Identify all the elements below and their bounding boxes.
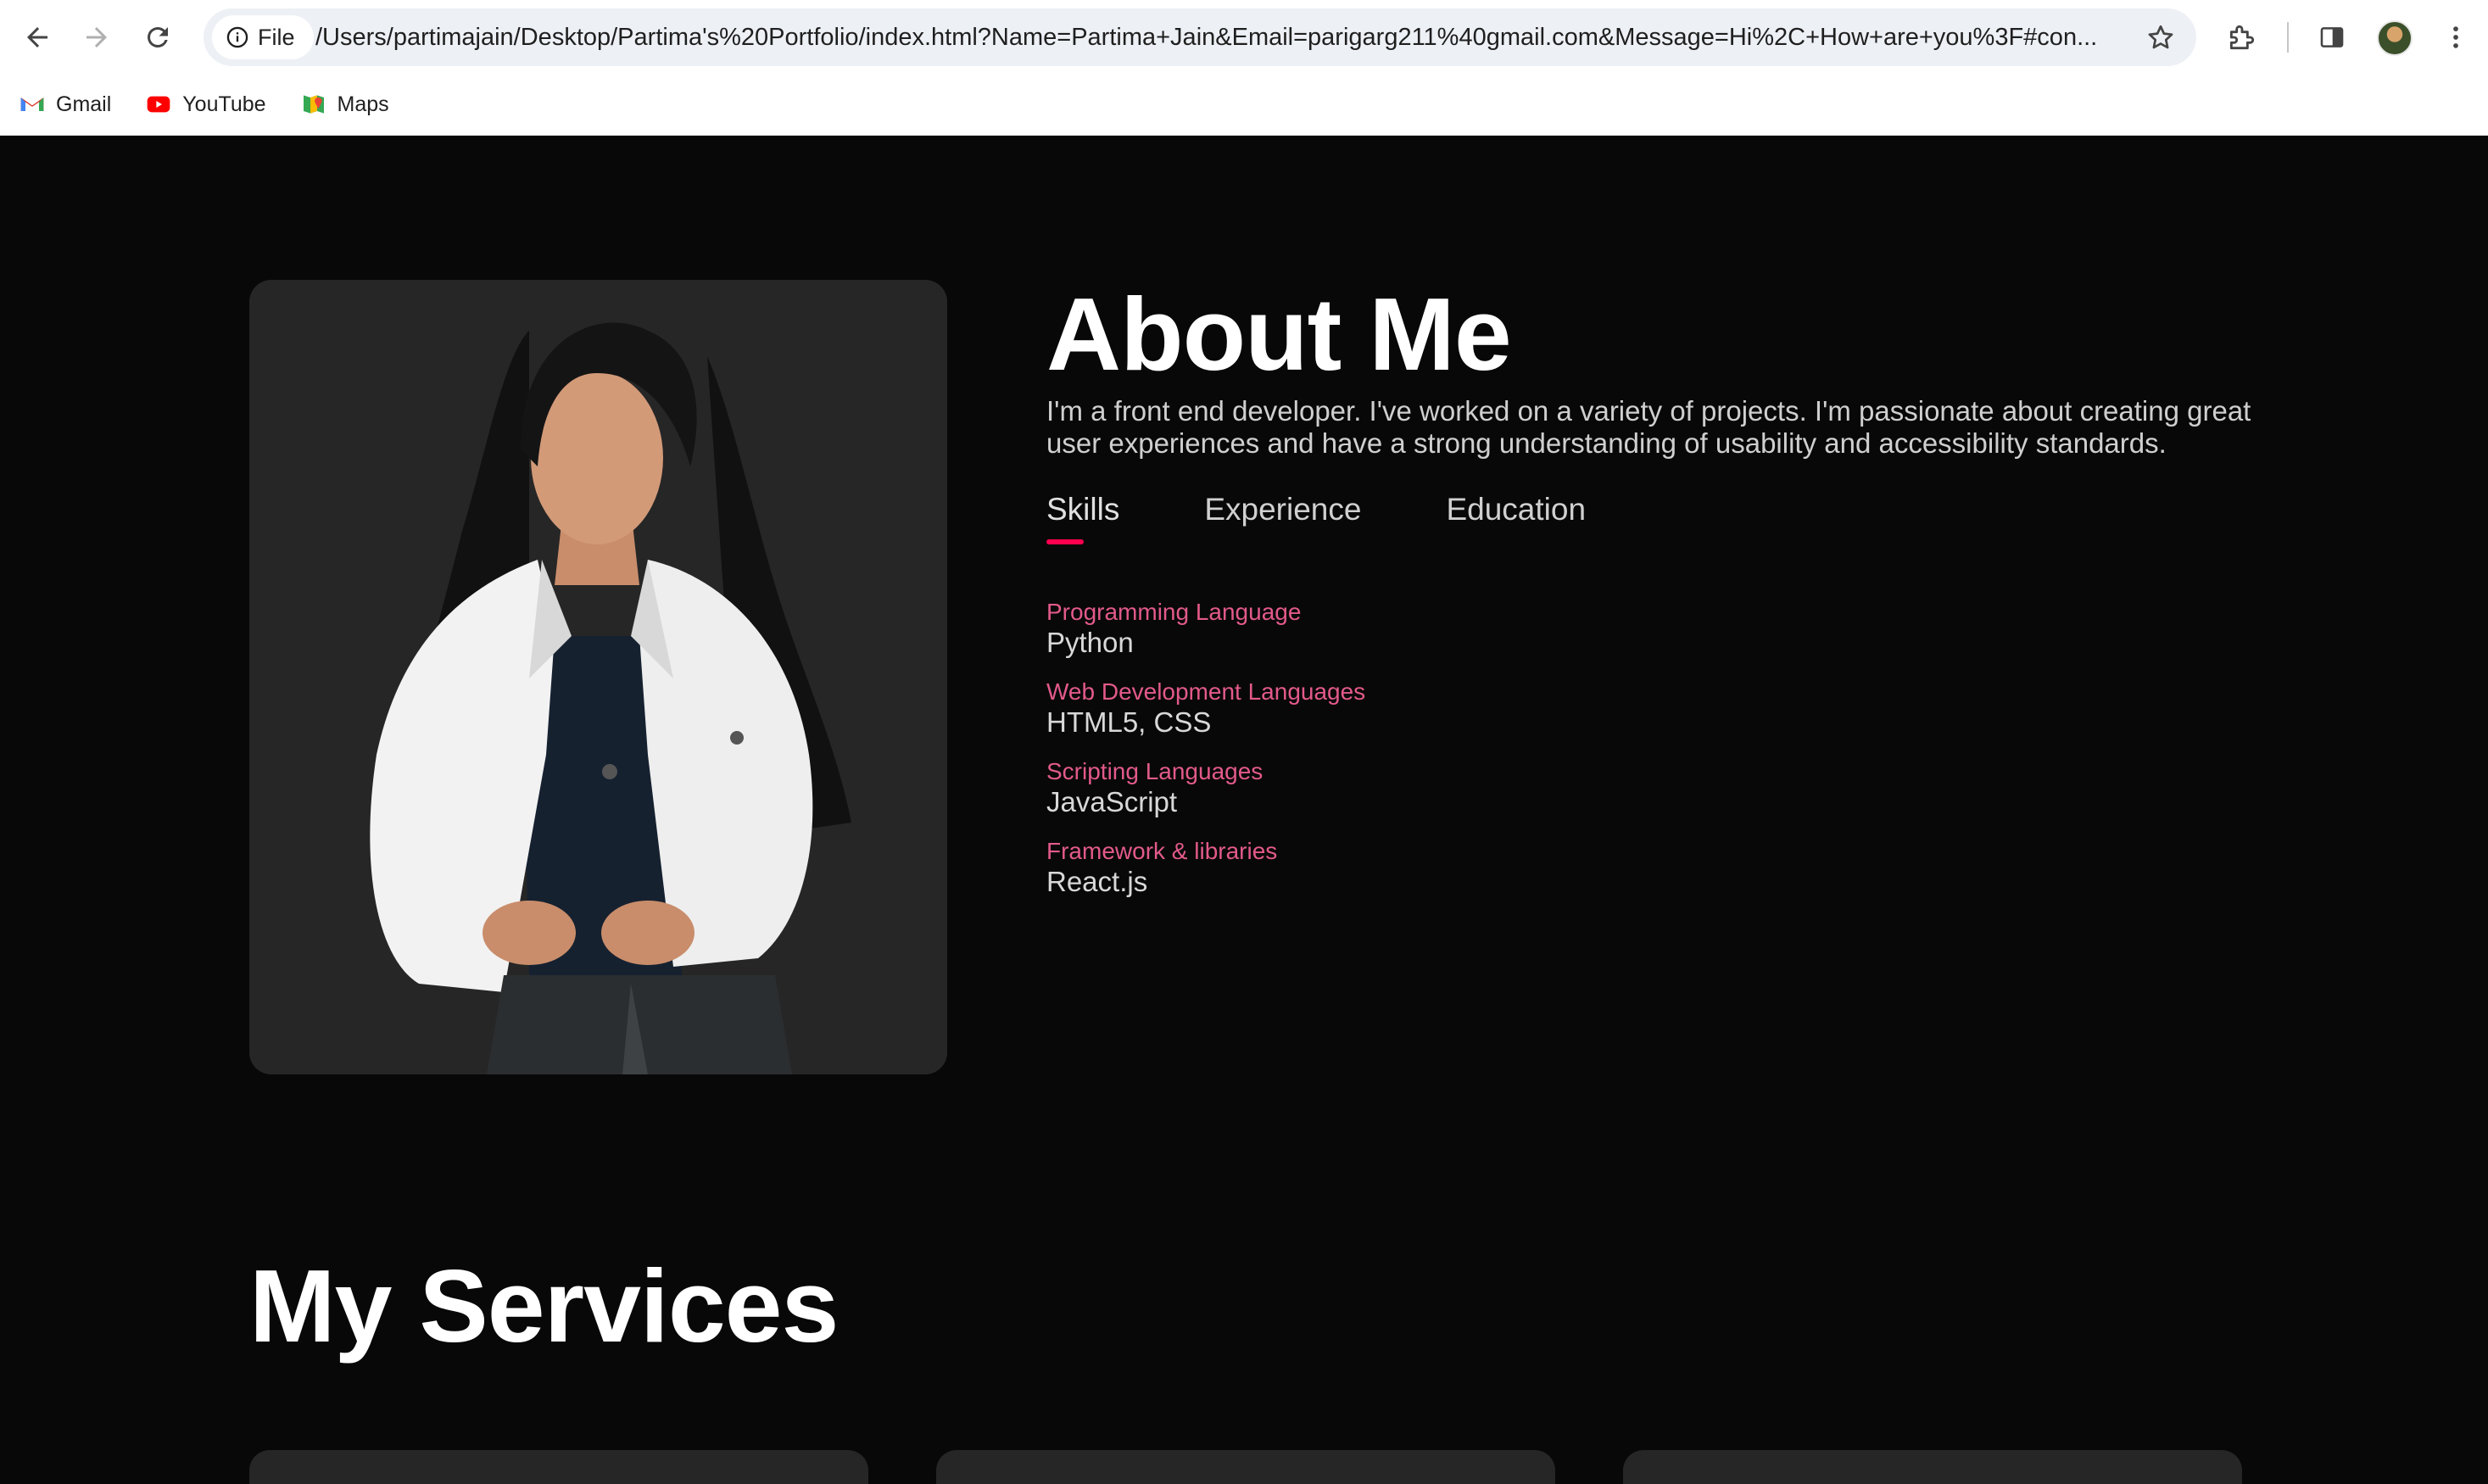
bookmark-gmail[interactable]: Gmail [19,91,111,118]
tab-skills[interactable]: Skills [1046,492,1119,544]
list-item: Programming Language Python [1046,599,1365,660]
bookmark-maps[interactable]: Maps [300,91,389,118]
extensions-button[interactable] [2218,14,2266,61]
maps-icon [303,95,324,114]
skill-category: Scripting Languages [1046,758,1264,784]
star-icon [2148,25,2173,49]
forward-button[interactable] [73,14,120,61]
gmail-icon [20,98,44,111]
arrow-left-icon [27,27,47,47]
skill-category: Framework & libraries [1046,838,1278,864]
service-card [249,1450,868,1484]
profile-photo [249,280,947,1074]
toolbar-divider [2287,22,2289,53]
list-item: Scripting Languages JavaScript [1046,758,1365,819]
back-button[interactable] [14,14,61,61]
reload-icon [148,26,168,47]
address-bar[interactable]: File /Users/partimajain/Desktop/Partima'… [204,8,2196,66]
bookmark-label: Gmail [56,92,112,116]
tab-experience[interactable]: Experience [1204,492,1361,544]
bookmarks-bar: Gmail YouTube Maps [0,78,423,131]
side-panel-icon [2320,27,2344,47]
more-vertical-icon [2453,26,2458,48]
portrait-illustration [370,322,851,1074]
portfolio-page: About Me I'm a front end developer. I've… [0,136,2488,1484]
skill-category: Programming Language [1046,599,1302,625]
info-icon [226,26,248,48]
list-item: Framework & libraries React.js [1046,838,1365,899]
skill-value: JavaScript [1046,786,1178,817]
about-description: I'm a front end developer. I've worked o… [1046,395,2251,459]
about-tabs: Skills Experience Education [1046,492,1671,544]
skills-list: Programming Language Python Web Developm… [1046,599,1365,918]
bookmark-label: Maps [337,92,389,116]
arrow-right-icon [86,27,107,47]
list-item: Web Development Languages HTML5, CSS [1046,678,1365,739]
service-card [936,1450,1555,1484]
reload-button[interactable] [134,14,181,61]
skill-category: Web Development Languages [1046,678,1366,705]
bookmark-star-button[interactable] [2142,19,2179,56]
youtube-icon [147,96,170,113]
bookmark-youtube[interactable]: YouTube [145,91,266,118]
side-panel-button[interactable] [2308,14,2356,61]
skill-value: Python [1046,627,1134,658]
services-title: My Services [249,1248,839,1364]
site-info-label: File [258,24,295,50]
url-text[interactable]: /Users/partimajain/Desktop/Partima's%20P… [315,8,2130,66]
profile-avatar[interactable] [2377,20,2413,56]
bookmark-label: YouTube [182,92,266,116]
puzzle-icon [2229,25,2255,50]
browser-chrome: File /Users/partimajain/Desktop/Partima'… [0,0,2488,136]
skill-value: React.js [1046,866,1148,897]
about-title: About Me [1046,276,1512,392]
site-info-chip[interactable]: File [212,15,314,59]
service-card [1623,1450,2242,1484]
tab-education[interactable]: Education [1446,492,1586,544]
menu-button[interactable] [2432,14,2480,61]
skill-value: HTML5, CSS [1046,706,1212,738]
